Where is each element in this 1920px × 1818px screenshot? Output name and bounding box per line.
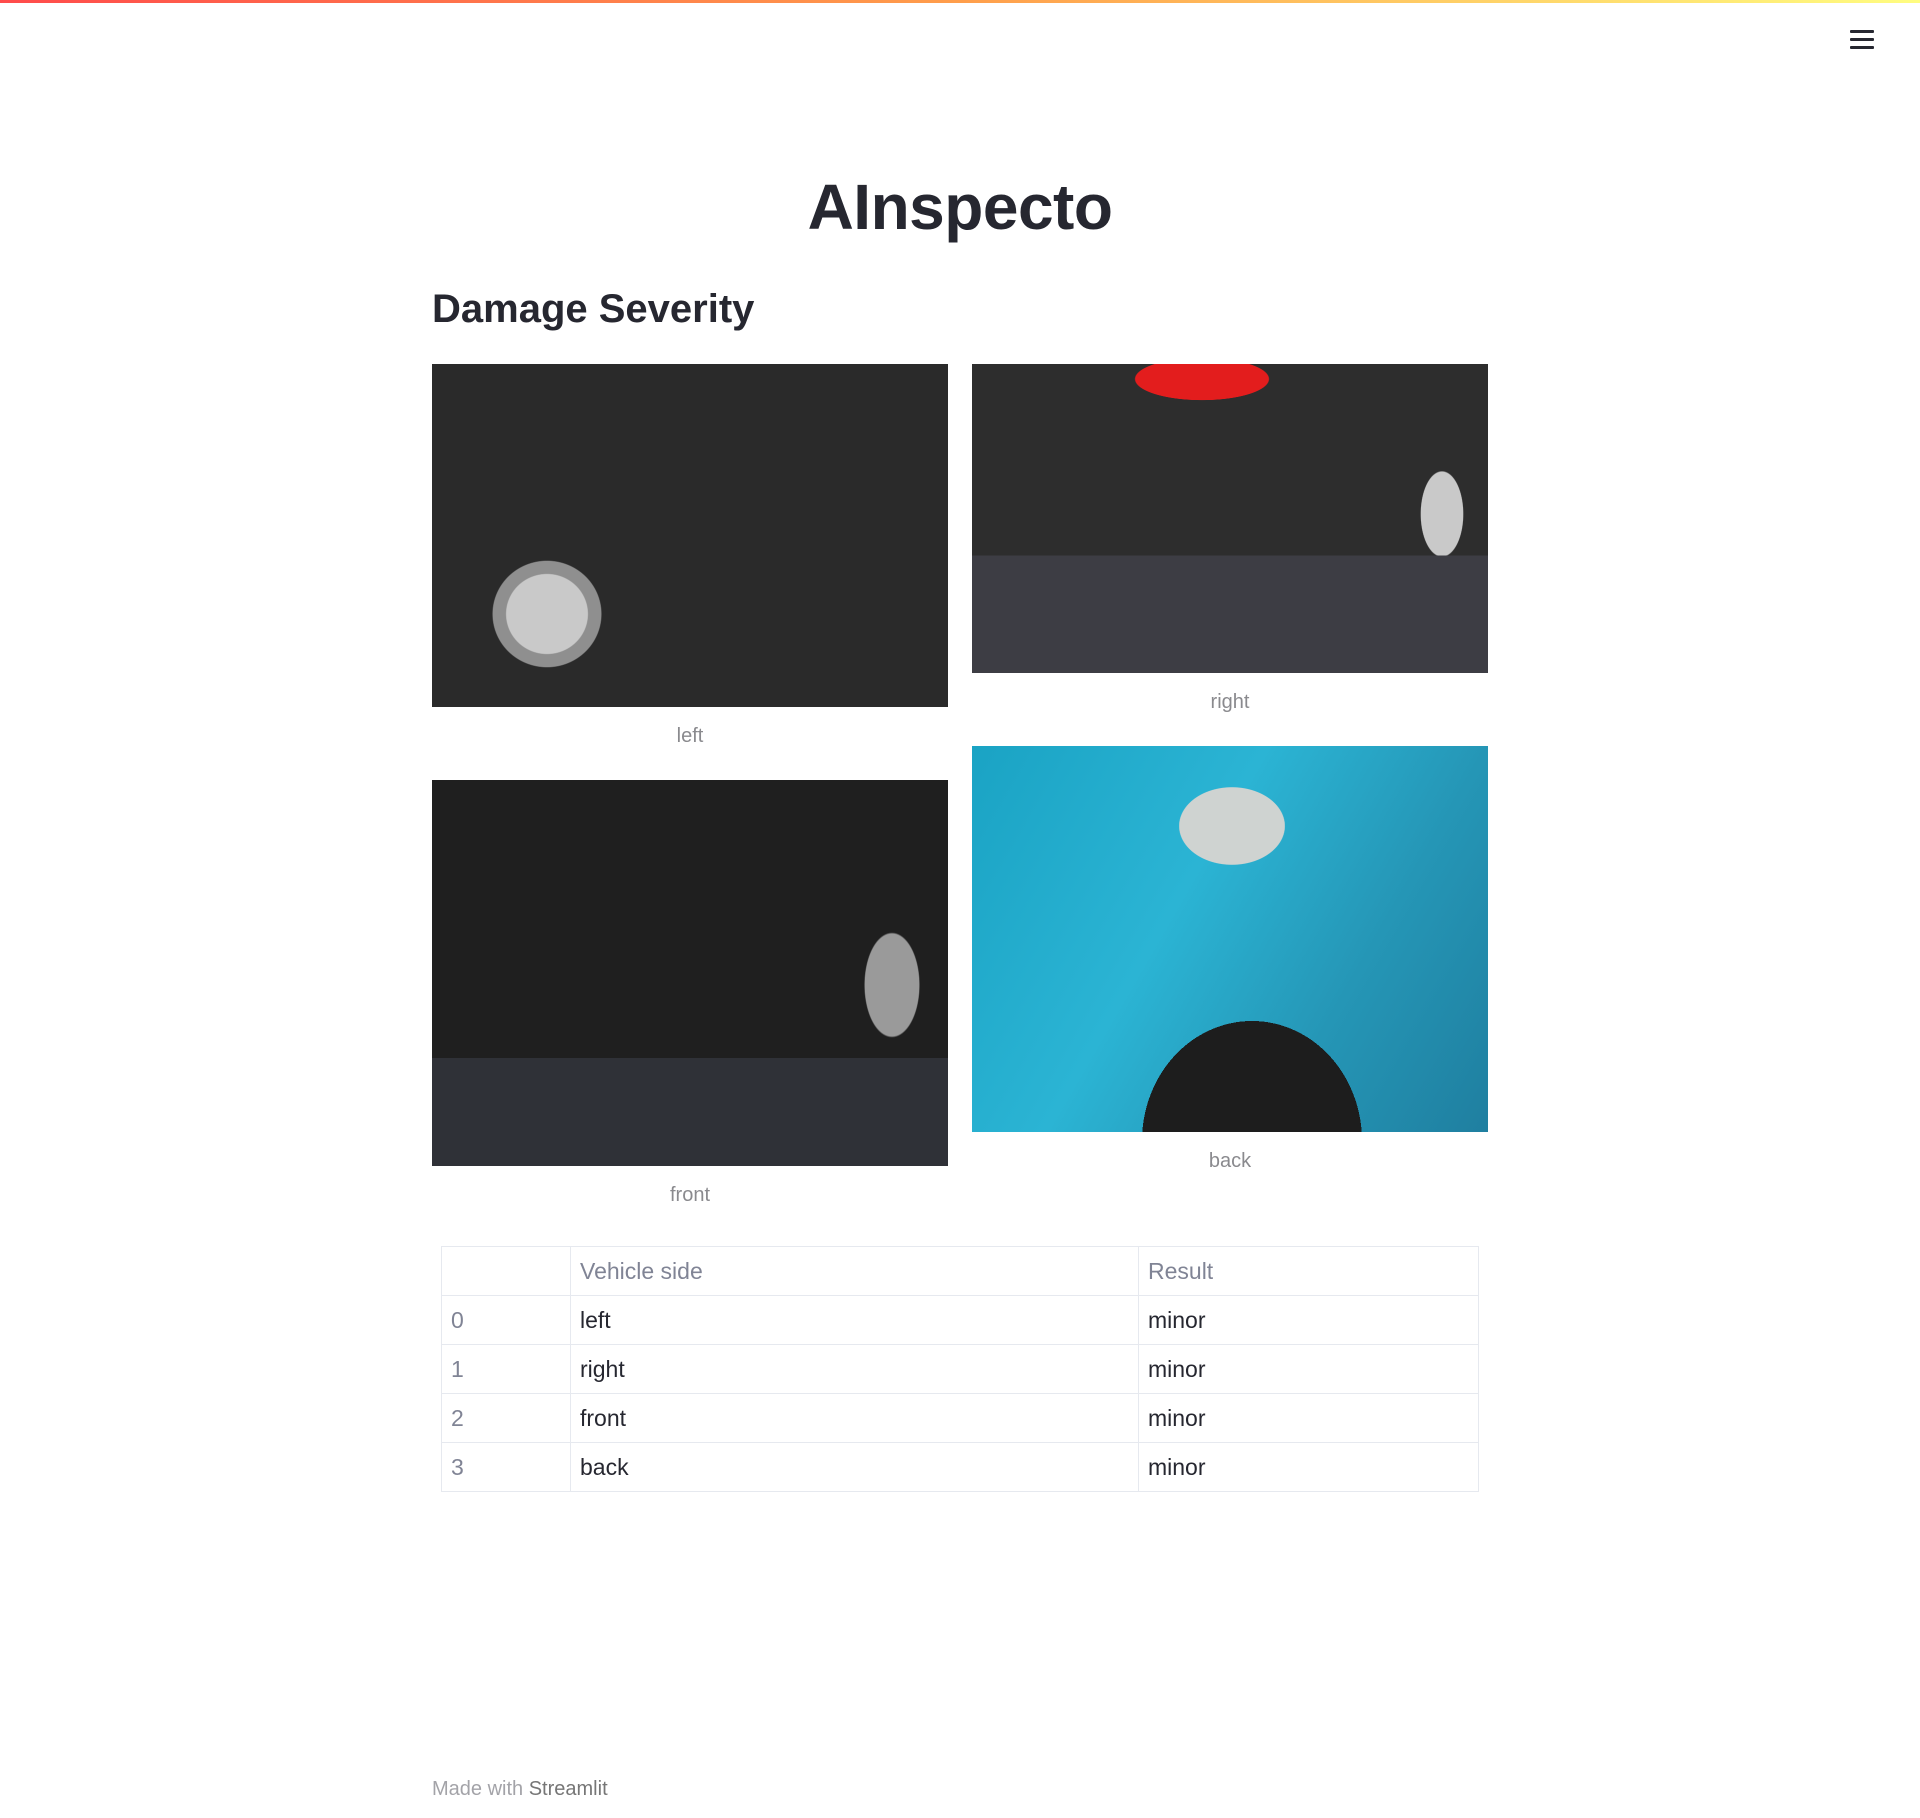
- top-decoration-bar: [0, 0, 1920, 3]
- section-title: Damage Severity: [432, 287, 755, 331]
- streamlit-link[interactable]: Streamlit: [529, 1778, 608, 1800]
- table-row: 3 back minor: [441, 1442, 1479, 1492]
- image-right-block: right: [972, 364, 1488, 714]
- row-index: 1: [441, 1344, 571, 1394]
- image-front-block: front: [432, 780, 948, 1207]
- row-result: minor: [1138, 1393, 1479, 1443]
- table-row: 0 left minor: [441, 1295, 1479, 1345]
- row-vehicle-side: front: [570, 1393, 1139, 1443]
- row-index: 3: [441, 1442, 571, 1492]
- row-index: 0: [441, 1295, 571, 1345]
- row-vehicle-side: back: [570, 1442, 1139, 1492]
- table-header-vehicle-side: Vehicle side: [570, 1246, 1139, 1296]
- table-row: 1 right minor: [441, 1344, 1479, 1394]
- image-caption: right: [1210, 691, 1250, 713]
- table-header-row: Vehicle side Result: [441, 1246, 1479, 1296]
- row-result: minor: [1138, 1344, 1479, 1394]
- row-vehicle-side: right: [570, 1344, 1139, 1394]
- hamburger-menu-icon: [1850, 37, 1874, 41]
- hamburger-menu-icon: [1850, 45, 1874, 49]
- car-photo-front: [432, 780, 948, 1166]
- footer-prefix: Made with: [432, 1778, 524, 1800]
- severity-table: Vehicle side Result 0 left minor 1 right…: [441, 1246, 1479, 1492]
- row-index: 2: [441, 1393, 571, 1443]
- car-photo-left: [432, 364, 948, 707]
- image-left-block: left: [432, 364, 948, 748]
- table-row: 2 front minor: [441, 1393, 1479, 1443]
- table-header-result: Result: [1138, 1246, 1479, 1296]
- car-photo-back: [972, 746, 1488, 1132]
- row-result: minor: [1138, 1442, 1479, 1492]
- table-header-index: [441, 1246, 571, 1296]
- image-caption: front: [669, 1184, 711, 1206]
- image-back-block: back: [972, 746, 1488, 1173]
- main-menu-button[interactable]: [1842, 24, 1882, 54]
- image-caption: left: [676, 725, 704, 747]
- image-caption: back: [1208, 1150, 1252, 1172]
- app-title: AInspecto: [807, 171, 1113, 243]
- row-result: minor: [1138, 1295, 1479, 1345]
- row-vehicle-side: left: [570, 1295, 1139, 1345]
- footer: Made with Streamlit: [432, 1778, 608, 1801]
- car-photo-right: [972, 364, 1488, 673]
- hamburger-menu-icon: [1850, 29, 1874, 33]
